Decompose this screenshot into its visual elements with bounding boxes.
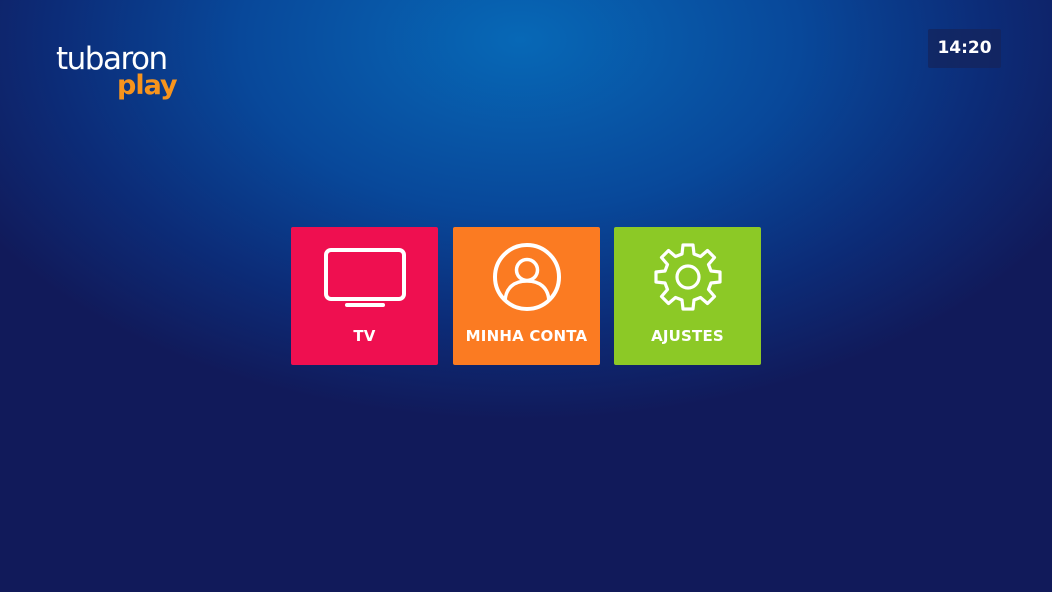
user-account-icon [453, 241, 600, 315]
brand-logo: tubaron play [56, 38, 196, 102]
tv-label: TV [353, 327, 376, 345]
main-menu: TV MINHA CONTA AJUSTES [291, 227, 761, 365]
minha-conta-tile[interactable]: MINHA CONTA [453, 227, 600, 365]
ajustes-label: AJUSTES [651, 327, 724, 345]
gear-icon [614, 241, 761, 315]
tv-icon [291, 241, 438, 315]
logo-graphic: tubaron play [56, 41, 179, 101]
tv-tile[interactable]: TV [291, 227, 438, 365]
clock: 14:20 [928, 29, 1001, 68]
logo-word-play: play [117, 70, 178, 101]
minha-conta-label: MINHA CONTA [465, 327, 588, 345]
clock-time: 14:20 [937, 38, 992, 58]
ajustes-tile[interactable]: AJUSTES [614, 227, 761, 365]
